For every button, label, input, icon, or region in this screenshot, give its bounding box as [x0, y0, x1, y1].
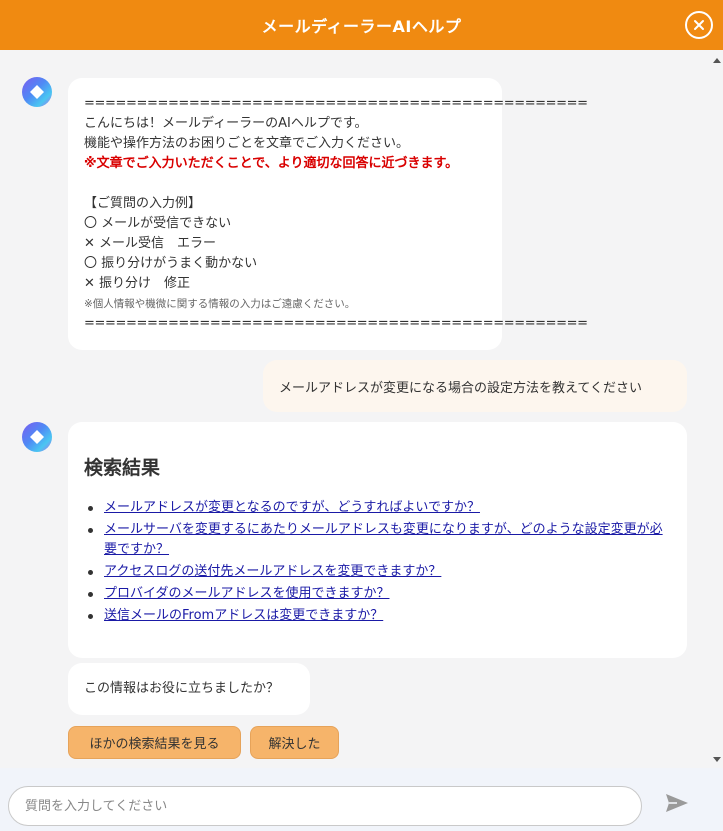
example-item: ✕ メール受信 エラー: [84, 236, 217, 251]
ai-assistant-icon: [30, 430, 44, 444]
header-title: メールディーラーAIヘルプ: [261, 17, 462, 36]
ai-assistant-icon: [30, 85, 44, 99]
question-input[interactable]: [8, 786, 642, 826]
send-button[interactable]: [664, 790, 690, 816]
list-item: メールアドレスが変更となるのですが、どうすればよいですか？: [84, 498, 667, 518]
list-item: プロバイダのメールアドレスを使用できますか？: [84, 584, 667, 604]
separator-line: ========================================…: [84, 316, 588, 331]
input-area: [0, 768, 723, 831]
result-link[interactable]: アクセスログの送付先メールアドレスを変更できますか？: [104, 564, 441, 579]
greeting-text: こんにちは！メールディーラーのAIヘルプです。: [84, 116, 368, 131]
chat-scrollbar[interactable]: [711, 50, 723, 768]
list-item: 送信メールのFromアドレスは変更できますか？: [84, 606, 667, 626]
separator-line: ========================================…: [84, 96, 588, 111]
example-item: ✕ 振り分け 修正: [84, 276, 191, 291]
bot-avatar: [22, 422, 52, 452]
bot-avatar: [22, 77, 52, 107]
result-link[interactable]: 送信メールのFromアドレスは変更できますか？: [104, 608, 383, 623]
privacy-note: ※個人情報や機微に関する情報の入力はご遠慮ください。: [84, 298, 356, 310]
welcome-message: ========================================…: [68, 78, 588, 350]
result-link[interactable]: メールアドレスが変更となるのですが、どうすればよいですか？: [104, 500, 480, 515]
list-item: メールサーバを変更するにあたりメールアドレスも変更になりますが、どのような設定変…: [84, 520, 667, 560]
feedback-message: この情報はお役に立ちましたか？: [68, 663, 310, 715]
close-button[interactable]: [685, 11, 713, 39]
scroll-down-arrow[interactable]: [713, 757, 721, 762]
close-icon: [694, 20, 704, 30]
tip-text: ※文章でご入力いただくことで、より適切な回答に近づきます。: [84, 156, 459, 171]
list-item: アクセスログの送付先メールアドレスを変更できますか？: [84, 562, 667, 582]
results-title: 検索結果: [84, 457, 161, 479]
user-message-text: メールアドレスが変更になる場合の設定方法を教えてください: [279, 381, 642, 396]
instruction-text: 機能や操作方法のお困りごとを文章でご入力ください。: [84, 136, 410, 151]
results-list: メールアドレスが変更となるのですが、どうすればよいですか？ メールサーバを変更す…: [84, 498, 667, 626]
more-results-button[interactable]: ほかの検索結果を見る: [68, 726, 241, 759]
examples-heading: 【ご質問の入力例】: [84, 196, 202, 211]
search-results-message: 検索結果 メールアドレスが変更となるのですが、どうすればよいですか？ メールサー…: [68, 422, 687, 658]
feedback-question: この情報はお役に立ちましたか？: [84, 681, 280, 696]
result-link[interactable]: プロバイダのメールアドレスを使用できますか？: [104, 586, 389, 601]
chat-header: メールディーラーAIヘルプ: [0, 0, 723, 50]
send-icon: [666, 794, 688, 812]
resolved-button[interactable]: 解決した: [250, 726, 339, 759]
result-link[interactable]: メールサーバを変更するにあたりメールアドレスも変更になりますが、どのような設定変…: [104, 522, 663, 557]
user-message: メールアドレスが変更になる場合の設定方法を教えてください: [263, 360, 687, 412]
scroll-up-arrow[interactable]: [713, 58, 721, 63]
example-item: 〇 メールが受信できない: [84, 216, 232, 231]
example-item: 〇 振り分けがうまく動かない: [84, 256, 258, 271]
